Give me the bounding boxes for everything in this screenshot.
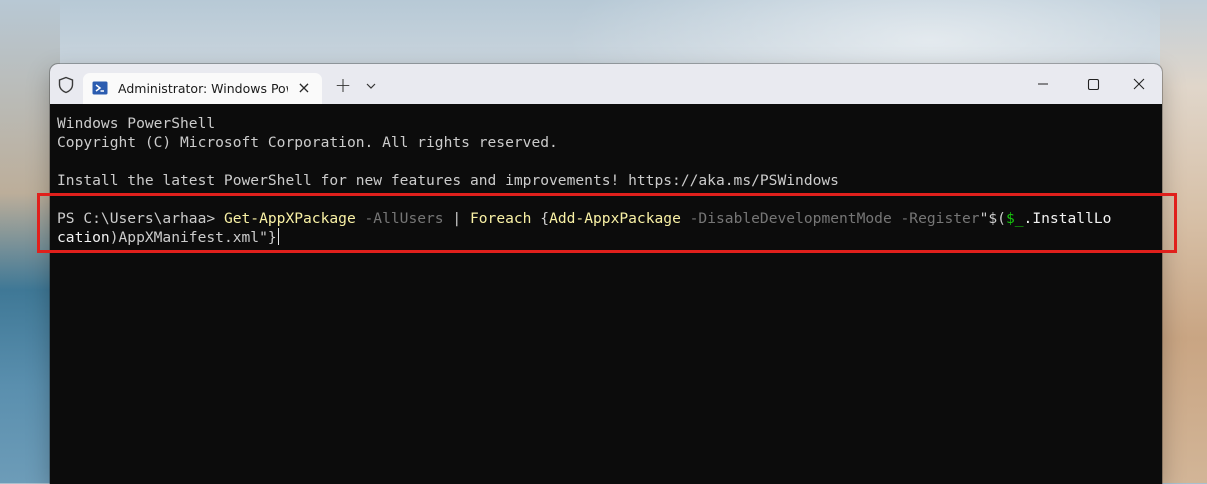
- terminal-output[interactable]: Windows PowerShell Copyright (C) Microso…: [50, 104, 1162, 484]
- terminal-window: Administrator: Windows PowerShell × + Wi…: [50, 64, 1162, 484]
- banner-title: Windows PowerShell: [57, 115, 216, 132]
- copyright-line: Copyright (C) Microsoft Corporation. All…: [57, 134, 558, 151]
- close-icon[interactable]: [1127, 74, 1151, 94]
- shield-icon: [58, 76, 74, 94]
- tab-title: Administrator: Windows PowerShell: [118, 81, 288, 96]
- close-icon[interactable]: ×: [295, 79, 313, 97]
- tab-powershell[interactable]: Administrator: Windows PowerShell ×: [83, 73, 322, 104]
- install-notice: Install the latest PowerShell for new fe…: [57, 172, 839, 189]
- title-bar[interactable]: Administrator: Windows PowerShell × +: [50, 64, 1162, 104]
- chevron-down-icon[interactable]: [363, 78, 379, 94]
- maximize-icon[interactable]: [1081, 74, 1105, 94]
- powershell-icon: [92, 81, 108, 95]
- minimize-icon[interactable]: [1031, 74, 1055, 94]
- new-tab-button[interactable]: +: [333, 75, 353, 95]
- highlight-box: [37, 193, 1177, 253]
